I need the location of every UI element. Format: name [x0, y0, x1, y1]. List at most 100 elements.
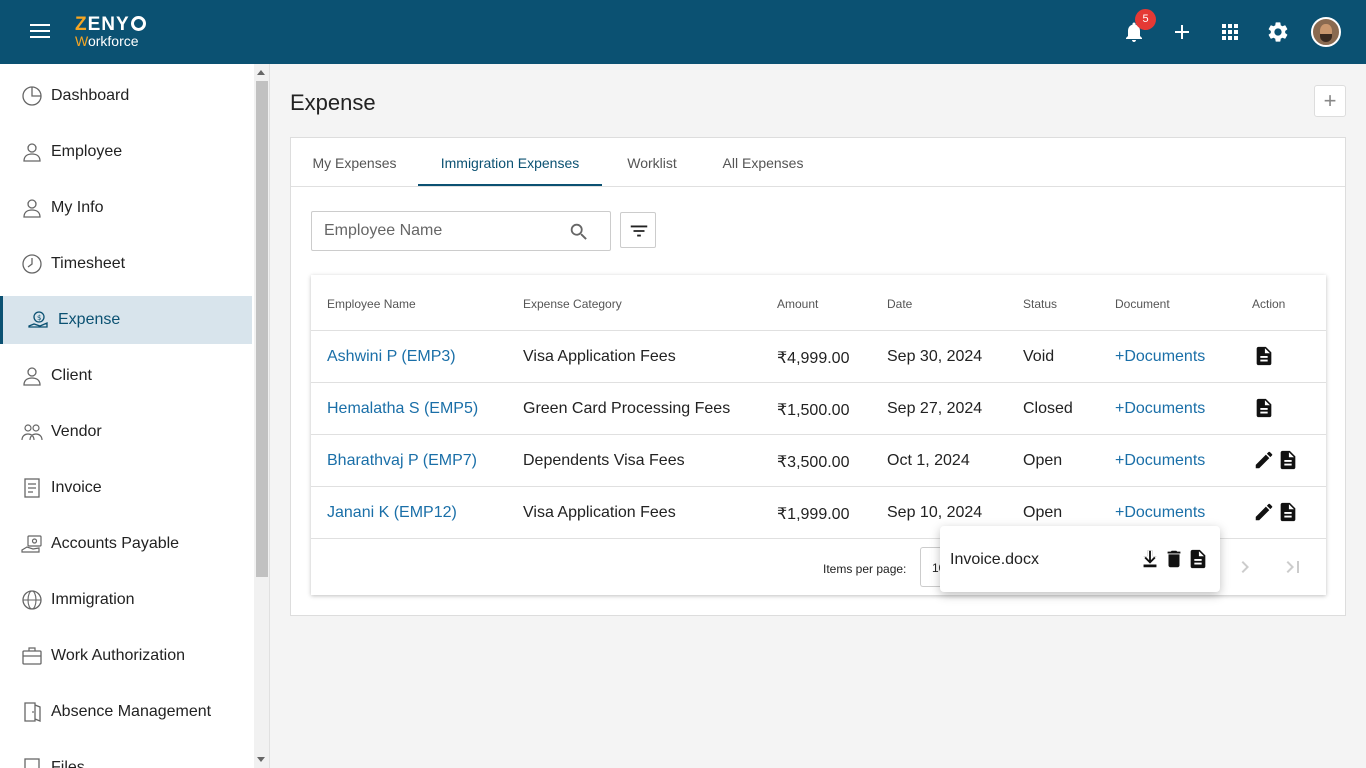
status: Void [1023, 348, 1055, 365]
sidebar-item-dashboard[interactable]: Dashboard [0, 72, 252, 120]
sidebar-item-my-info[interactable]: My Info [0, 184, 252, 232]
avatar[interactable] [1311, 17, 1341, 47]
expense-icon: $ [28, 311, 48, 328]
document-popup: Invoice.docx [940, 526, 1220, 592]
search-input[interactable] [313, 213, 563, 249]
date: Oct 1, 2024 [887, 452, 970, 469]
sidebar-item-label: Employee [51, 143, 123, 160]
page-title: Expense [290, 90, 376, 115]
search-icon[interactable] [568, 221, 590, 243]
scrollbar-thumb[interactable] [256, 81, 268, 577]
my-info-icon [23, 199, 41, 218]
scroll-up-arrow[interactable] [257, 70, 265, 75]
sidebar-item-label: Invoice [51, 479, 102, 496]
documents-link[interactable]: +Documents [1115, 452, 1205, 470]
date: Sep 30, 2024 [887, 348, 983, 365]
sidebar-item-accounts-payable[interactable]: Accounts Payable [0, 520, 252, 568]
table-row: Bharathvaj P (EMP7) Dependents Visa Fees… [311, 434, 1326, 486]
sidebar-item-client[interactable]: Client [0, 352, 252, 400]
expense-category: Visa Application Fees [523, 504, 676, 521]
column-header: Document [1115, 297, 1170, 311]
notification-badge: 5 [1135, 9, 1156, 30]
expense-category: Green Card Processing Fees [523, 400, 731, 417]
briefcase-icon [22, 647, 42, 665]
tab-bar: My Expenses Immigration Expenses Worklis… [291, 138, 1345, 187]
globe-icon [22, 590, 42, 610]
sidebar-item-label: Vendor [51, 423, 102, 440]
document-icon[interactable] [1253, 345, 1275, 367]
accounts-payable-icon [21, 535, 42, 553]
delete-icon[interactable] [1163, 548, 1185, 570]
amount: ₹4,999.00 [777, 350, 850, 367]
edit-icon[interactable] [1253, 501, 1275, 523]
sidebar-divider [269, 64, 270, 768]
sidebar-item-label: Timesheet [51, 255, 126, 272]
sidebar-item-timesheet[interactable]: Timesheet [0, 240, 252, 288]
column-header: Employee Name [327, 297, 416, 311]
sidebar-item-absence-management[interactable]: Absence Management [0, 688, 252, 736]
download-icon[interactable] [1139, 548, 1161, 570]
client-icon [23, 367, 41, 386]
filter-button[interactable] [620, 212, 656, 248]
table-row: Hemalatha S (EMP5) Green Card Processing… [311, 382, 1326, 434]
gear-icon[interactable] [1266, 20, 1290, 44]
amount: ₹1,500.00 [777, 402, 850, 419]
column-header: Status [1023, 297, 1058, 311]
column-header: Amount [777, 297, 819, 311]
employee-name-link[interactable]: Ashwini P (EMP3) [327, 348, 456, 366]
tab-worklist[interactable]: Worklist [602, 138, 702, 186]
tab-my-expenses[interactable]: My Expenses [291, 138, 418, 186]
last-page-icon[interactable] [1281, 555, 1305, 579]
document-icon[interactable] [1277, 501, 1299, 523]
clock-icon [22, 254, 42, 274]
logo-text: ENY [87, 14, 130, 35]
status: Closed [1023, 400, 1073, 417]
scroll-down-arrow[interactable] [257, 757, 265, 762]
apps-grid-icon[interactable] [1218, 20, 1242, 44]
amount: ₹3,500.00 [777, 454, 850, 471]
items-per-page-label: Items per page: [823, 562, 907, 576]
expense-category: Dependents Visa Fees [523, 452, 685, 469]
sidebar-item-label: My Info [51, 199, 104, 216]
menu-icon[interactable] [30, 24, 50, 40]
employee-name-link[interactable]: Hemalatha S (EMP5) [327, 400, 478, 418]
expense-category: Visa Application Fees [523, 348, 676, 365]
search-box [311, 211, 611, 251]
document-icon[interactable] [1187, 548, 1209, 570]
top-app-bar: ZENY Workforce 5 [0, 0, 1366, 64]
add-expense-button[interactable]: + [1314, 85, 1346, 117]
sidebar: Dashboard Employee My Info Timesheet $ E… [0, 64, 254, 768]
employee-icon [23, 143, 41, 162]
edit-icon[interactable] [1253, 449, 1275, 471]
table-row: Ashwini P (EMP3) Visa Application Fees ₹… [311, 330, 1326, 382]
documents-link[interactable]: +Documents [1115, 504, 1205, 522]
tab-immigration-expenses[interactable]: Immigration Expenses [418, 138, 602, 186]
sidebar-item-label: Files [51, 759, 85, 768]
app-logo[interactable]: ZENY Workforce [75, 14, 146, 48]
next-page-icon[interactable] [1233, 555, 1257, 579]
sidebar-item-label: Immigration [51, 591, 135, 608]
employee-name-link[interactable]: Janani K (EMP12) [327, 504, 457, 522]
sidebar-item-employee[interactable]: Employee [0, 128, 252, 176]
vendor-icon [21, 424, 43, 441]
plus-icon[interactable] [1170, 20, 1194, 44]
status: Open [1023, 504, 1063, 521]
amount: ₹1,999.00 [777, 506, 850, 523]
document-icon[interactable] [1253, 397, 1275, 419]
sidebar-item-files[interactable]: Files [0, 744, 252, 768]
sidebar-item-invoice[interactable]: Invoice [0, 464, 252, 512]
sidebar-item-label: Expense [58, 311, 121, 328]
sidebar-scrollbar[interactable] [254, 64, 269, 768]
sidebar-item-immigration[interactable]: Immigration [0, 576, 252, 624]
employee-name-link[interactable]: Bharathvaj P (EMP7) [327, 452, 477, 470]
tab-all-expenses[interactable]: All Expenses [702, 138, 824, 186]
documents-link[interactable]: +Documents [1115, 348, 1205, 366]
sidebar-item-vendor[interactable]: Vendor [0, 408, 252, 456]
sidebar-item-expense[interactable]: $ Expense [0, 296, 252, 344]
sidebar-item-label: Work Authorization [51, 647, 185, 664]
sidebar-item-label: Accounts Payable [51, 535, 180, 552]
document-icon[interactable] [1277, 449, 1299, 471]
date: Sep 27, 2024 [887, 400, 983, 417]
sidebar-item-work-authorization[interactable]: Work Authorization [0, 632, 252, 680]
documents-link[interactable]: +Documents [1115, 400, 1205, 418]
